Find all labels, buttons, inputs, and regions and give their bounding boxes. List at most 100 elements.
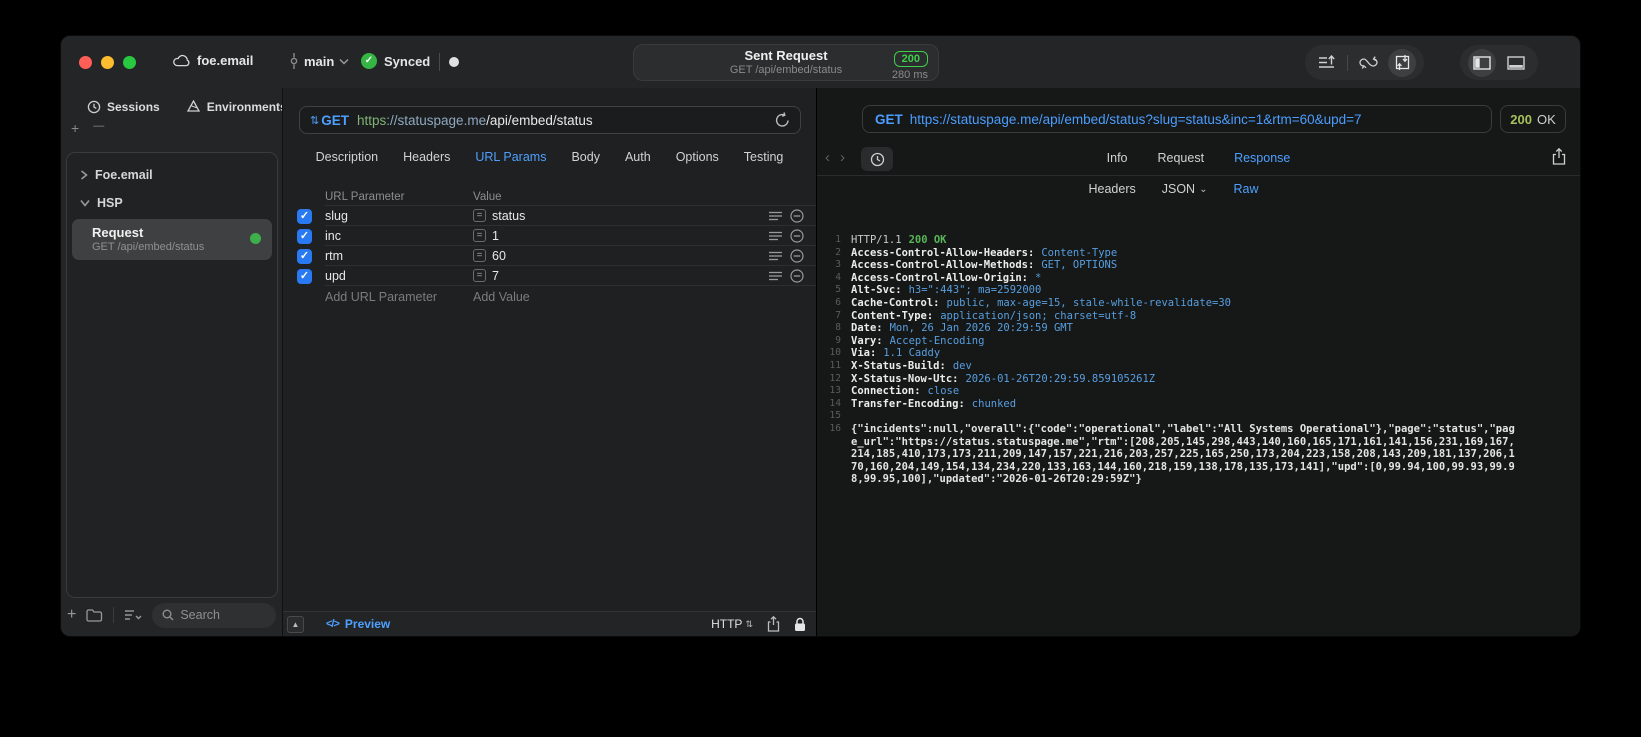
titlebar-separator <box>439 53 440 71</box>
tree-label: HSP <box>97 196 123 210</box>
code-preview-icon: </> <box>326 618 340 630</box>
toggle-sidebar-button[interactable] <box>1468 48 1496 77</box>
url-scheme: https <box>356 112 387 128</box>
tab-body[interactable]: Body <box>571 150 600 164</box>
response-raw-view[interactable]: 1 HTTP/1.1 200 OK 2 Access-Control-Allow-H… <box>817 206 1574 636</box>
tab-response[interactable]: Response <box>1234 151 1290 165</box>
tab-description[interactable]: Description <box>316 150 379 164</box>
param-row-slug[interactable]: ✓ slug = status <box>283 206 816 226</box>
updown-icon: ⇅ <box>745 618 753 629</box>
tab-sessions[interactable]: Sessions <box>87 100 160 114</box>
close-button[interactable] <box>79 56 92 69</box>
request-method[interactable]: GET <box>321 113 349 128</box>
row-menu-icon[interactable] <box>769 231 782 241</box>
toggle-bottom-panel-button[interactable] <box>1502 49 1530 77</box>
tab-url-params[interactable]: URL Params <box>475 150 546 164</box>
tab-testing[interactable]: Testing <box>744 150 784 164</box>
param-row-upd[interactable]: ✓ upd = 7 <box>283 266 816 286</box>
add-param-row: Add URL Parameter Add Value <box>283 286 816 308</box>
tab-auth[interactable]: Auth <box>625 150 651 164</box>
url-path: /api/embed/status <box>486 112 593 128</box>
response-method: GET <box>875 111 903 127</box>
add-value[interactable]: Add Value <box>473 290 764 304</box>
lock-icon[interactable] <box>794 617 806 632</box>
param-checkbox[interactable]: ✓ <box>297 268 312 284</box>
export-list-button[interactable] <box>1313 49 1341 77</box>
response-subtabs: Headers JSON ⌄ Raw <box>792 182 1555 196</box>
params-header-row: URL Parameter Value <box>283 188 816 206</box>
cloud-icon <box>173 54 190 67</box>
subtab-headers[interactable]: Headers <box>1089 182 1136 196</box>
param-checkbox[interactable]: ✓ <box>297 208 312 224</box>
tree-item-hsp[interactable]: HSP <box>72 189 272 217</box>
header-line: 8 Date: Mon, 26 Jan 2026 20:29:59 GMT <box>835 322 1073 335</box>
equals-icon: = <box>473 249 486 262</box>
request-url-bar[interactable]: ⇅ GET https://statuspage.me/api/embed/st… <box>299 106 801 134</box>
branch-selector[interactable]: main <box>289 53 349 69</box>
zoom-button[interactable] <box>123 56 136 69</box>
param-checkbox[interactable]: ✓ <box>297 228 312 244</box>
subtab-json[interactable]: JSON ⌄ <box>1162 182 1208 196</box>
new-folder-button[interactable] <box>86 608 103 622</box>
param-value[interactable]: 1 <box>492 229 499 243</box>
remove-row-icon[interactable] <box>790 248 804 263</box>
project-selector[interactable]: foe.email <box>173 53 253 68</box>
row-menu-icon[interactable] <box>769 271 782 281</box>
param-name: inc <box>325 226 473 246</box>
param-row-inc[interactable]: ✓ inc = 1 <box>283 226 816 246</box>
param-name: slug <box>325 206 473 226</box>
minimize-button[interactable] <box>101 56 114 69</box>
remove-row-icon[interactable] <box>790 208 804 223</box>
request-list-item-selected[interactable]: Request GET /api/embed/status <box>72 219 272 260</box>
param-row-rtm[interactable]: ✓ rtm = 60 <box>283 246 816 266</box>
param-value[interactable]: status <box>492 209 525 223</box>
sync-arrows-button[interactable] <box>1354 49 1382 77</box>
tab-headers[interactable]: Headers <box>403 150 450 164</box>
history-back-button[interactable]: ‹ <box>825 149 830 166</box>
remove-row-icon[interactable] <box>790 228 804 243</box>
param-value-cell: = 1 <box>473 226 764 246</box>
request-status-pill[interactable]: Sent Request GET /api/embed/status 200 2… <box>633 44 939 81</box>
tab-info[interactable]: Info <box>1107 151 1128 165</box>
history-button[interactable] <box>861 147 893 171</box>
search-input[interactable] <box>180 608 266 622</box>
subtab-raw[interactable]: Raw <box>1233 182 1258 196</box>
tab-options[interactable]: Options <box>676 150 719 164</box>
add-request-button[interactable]: + <box>67 606 76 624</box>
add-url-parameter[interactable]: Add URL Parameter <box>325 290 473 304</box>
method-selector-icon[interactable]: ⇅ <box>310 114 319 127</box>
export-response-button[interactable] <box>1552 148 1566 165</box>
tab-environments[interactable]: Environments <box>186 100 287 114</box>
param-name: rtm <box>325 246 473 266</box>
row-menu-icon[interactable] <box>769 251 782 261</box>
chevron-down-icon: ⌄ <box>1199 183 1208 195</box>
preview-button[interactable]: </> Preview <box>326 617 390 631</box>
row-menu-icon[interactable] <box>769 211 782 221</box>
collapse-panel-button[interactable]: ▲ <box>287 615 304 633</box>
tree-item-foe-email[interactable]: Foe.email <box>72 161 272 189</box>
remove-session-button[interactable]: — <box>93 120 104 136</box>
header-line: 2 Access-Control-Allow-Headers: Content-Ty… <box>835 246 1118 259</box>
status-code-badge: 200 <box>893 51 928 67</box>
response-nav-bar: ‹ › Info Request Response <box>817 146 1580 176</box>
history-forward-button[interactable]: › <box>840 149 845 166</box>
import-export-button[interactable] <box>1388 48 1416 77</box>
protocol-selector[interactable]: HTTP ⇅ <box>711 617 753 631</box>
request-title: Request <box>92 225 144 240</box>
response-url-bar[interactable]: GET https://statuspage.me/api/embed/stat… <box>862 105 1492 133</box>
remove-row-icon[interactable] <box>790 268 804 283</box>
param-checkbox[interactable]: ✓ <box>297 248 312 264</box>
response-status-text: OK <box>1536 111 1556 127</box>
search-box[interactable] <box>152 602 276 628</box>
equals-icon: = <box>473 269 486 282</box>
send-reload-button[interactable] <box>775 112 790 128</box>
chevron-down-icon <box>339 58 349 65</box>
sort-filter-button[interactable] <box>124 609 142 621</box>
tab-request[interactable]: Request <box>1158 151 1205 165</box>
add-session-button[interactable]: + <box>71 120 79 136</box>
share-icon[interactable] <box>767 616 780 632</box>
param-value[interactable]: 7 <box>492 269 499 283</box>
param-value[interactable]: 60 <box>492 249 506 263</box>
sync-status[interactable]: ✓ Synced <box>361 53 430 69</box>
param-value-cell: = status <box>473 206 764 226</box>
